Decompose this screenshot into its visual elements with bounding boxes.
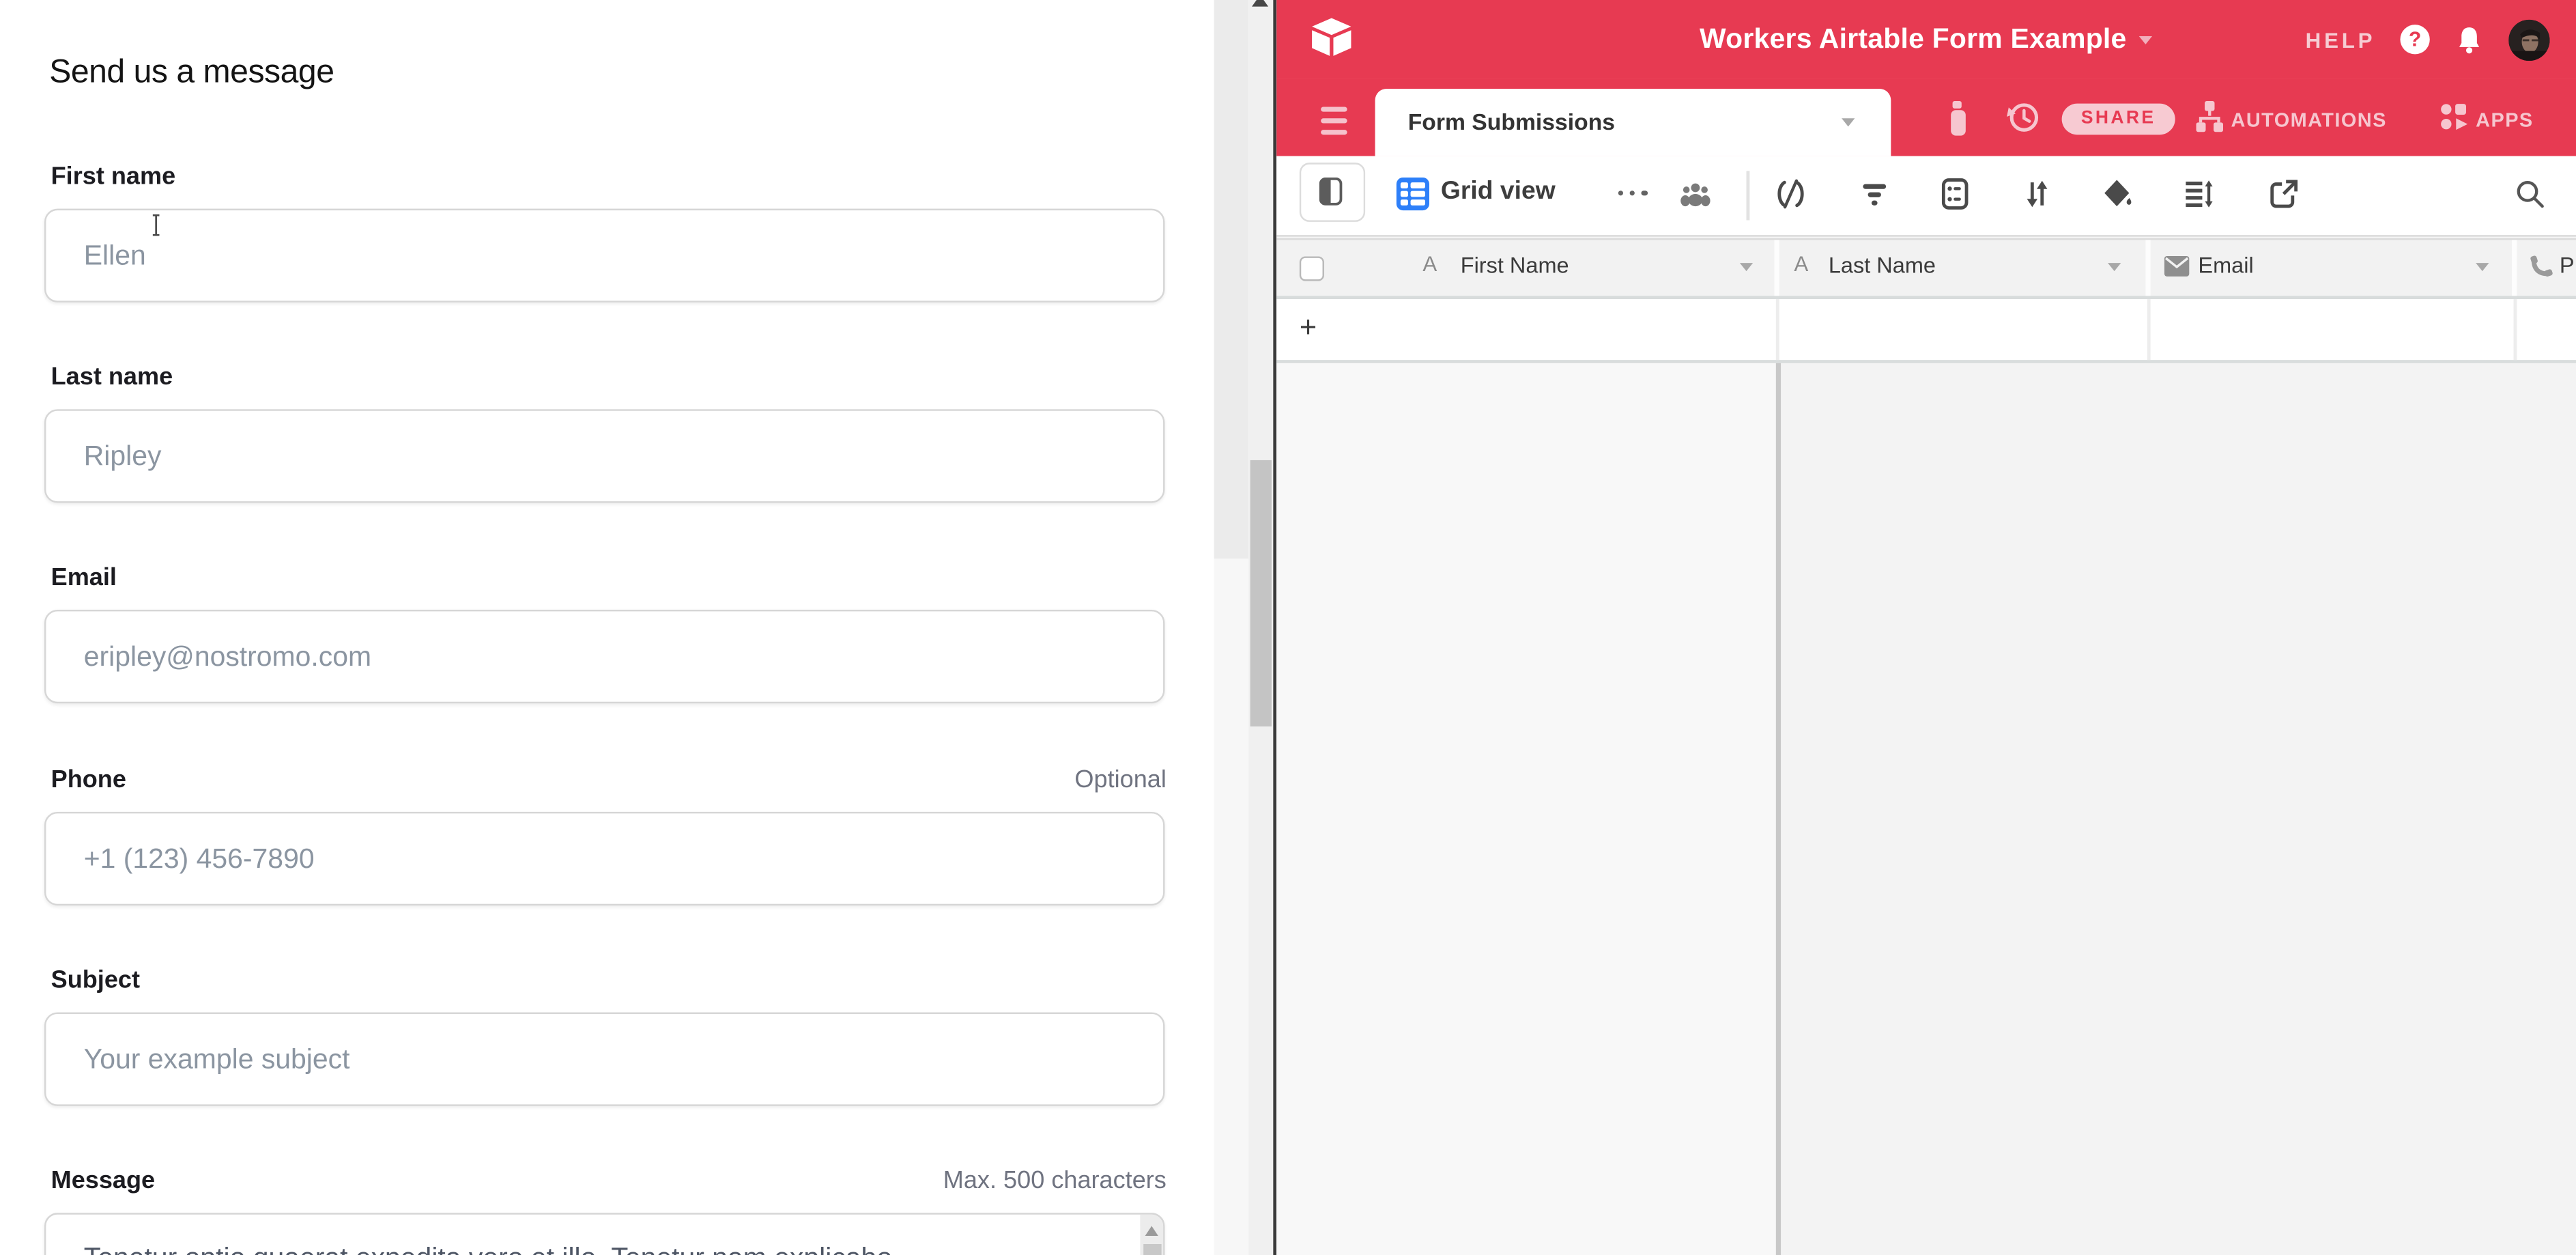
email-label: Email [51, 564, 117, 592]
automations-button[interactable]: AUTOMATIONS [2231, 108, 2387, 131]
column-caret-icon[interactable] [2476, 262, 2489, 270]
email-input[interactable]: eripley@nostromo.com [44, 610, 1164, 703]
share-view-icon[interactable] [2267, 178, 2300, 210]
message-label: Message [51, 1167, 156, 1195]
column-phone[interactable]: P [2560, 253, 2575, 278]
collaborators-icon[interactable] [1679, 178, 1712, 210]
subject-placeholder: Your example subject [84, 1043, 350, 1075]
apps-icon[interactable] [2439, 102, 2469, 131]
grid-header-row: A First Name A Last Name Email P [1276, 238, 2576, 298]
message-textarea[interactable]: Tenetur optio quaerat expedita vero et i… [44, 1213, 1164, 1255]
column-caret-icon[interactable] [1740, 262, 1753, 270]
last-name-input[interactable]: Ripley [44, 409, 1164, 503]
history-icon[interactable] [2006, 100, 2041, 135]
text-field-icon: A [1422, 251, 1437, 275]
active-table-name: Form Submissions [1408, 108, 1615, 135]
view-options-icon[interactable] [1618, 191, 1647, 196]
airtable-pane: Workers Airtable Form Example HELP ? [1276, 0, 2576, 1255]
column-first-name[interactable]: First Name [1461, 253, 1569, 278]
text-field-icon: A [1794, 251, 1808, 275]
gutter-strip [1214, 0, 1249, 559]
phone-field-icon [2528, 252, 2553, 279]
screen: Send us a message First name Ellen Last … [0, 0, 2576, 1255]
page-scroll-up-icon[interactable] [1251, 0, 1268, 7]
apps-button[interactable]: APPS [2476, 108, 2533, 131]
text-cursor-icon [149, 214, 162, 237]
email-field-icon [2164, 254, 2190, 277]
last-name-placeholder: Ripley [84, 440, 162, 473]
phone-optional-note: Optional [1074, 766, 1166, 794]
form-title: Send us a message [49, 54, 334, 91]
select-all-checkbox[interactable] [1300, 256, 1323, 280]
row-cell-separator [2147, 298, 2150, 359]
group-icon[interactable] [1938, 178, 1971, 210]
avatar[interactable] [2508, 19, 2549, 60]
grid-view-icon[interactable] [1397, 178, 1429, 210]
trash-icon[interactable] [1945, 100, 1972, 137]
column-email[interactable]: Email [2198, 253, 2253, 278]
add-record-row[interactable]: + [1276, 298, 2576, 363]
toolbar-divider [1747, 171, 1749, 220]
contact-form-pane: Send us a message First name Ellen Last … [0, 0, 1214, 1255]
page-scrollbar-thumb[interactable] [1250, 460, 1271, 727]
sidebar-toggle-button[interactable] [1300, 163, 1365, 222]
top-bar-actions: HELP ? [2306, 0, 2550, 79]
scroll-up-icon[interactable] [1145, 1226, 1158, 1236]
menu-icon[interactable] [1321, 107, 1347, 140]
message-scrollbar[interactable] [1140, 1215, 1163, 1255]
first-name-label: First name [51, 163, 176, 191]
last-name-label: Last name [51, 363, 173, 391]
sidebar-toggle-icon [1319, 178, 1343, 206]
tab-form-submissions[interactable]: Form Submissions [1375, 88, 1891, 156]
row-height-icon[interactable] [2181, 178, 2214, 210]
subject-input[interactable]: Your example subject [44, 1013, 1164, 1106]
color-icon[interactable] [2101, 178, 2134, 210]
email-placeholder: eripley@nostromo.com [84, 640, 371, 673]
message-scroll-thumb[interactable] [1143, 1244, 1160, 1255]
search-icon[interactable] [2515, 179, 2545, 208]
column-separator[interactable] [2512, 239, 2516, 295]
hide-fields-icon[interactable] [1774, 178, 1807, 210]
message-text: Tenetur optio quaerat expedita vero et i… [84, 1243, 892, 1255]
phone-input[interactable]: +1 (123) 456-7890 [44, 812, 1164, 905]
phone-label: Phone [51, 766, 126, 794]
add-record-icon[interactable]: + [1300, 310, 1317, 345]
share-label: SHARE [2081, 109, 2156, 128]
first-name-input[interactable]: Ellen [44, 209, 1164, 302]
bell-icon[interactable] [2455, 24, 2484, 55]
phone-placeholder: +1 (123) 456-7890 [84, 843, 315, 875]
filter-icon[interactable] [1858, 178, 1891, 210]
view-name[interactable]: Grid view [1441, 178, 1556, 207]
view-toolbar: Grid view [1276, 156, 2576, 237]
column-separator[interactable] [1774, 239, 1778, 295]
question-icon[interactable]: ? [2400, 25, 2429, 54]
column-caret-icon[interactable] [2108, 262, 2121, 270]
first-name-placeholder: Ellen [84, 239, 146, 272]
subject-label: Subject [51, 966, 140, 994]
sort-icon[interactable] [2020, 178, 2053, 210]
base-title[interactable]: Workers Airtable Form Example [1700, 23, 2127, 56]
row-cell-separator [2513, 298, 2516, 359]
row-cell-separator [1775, 298, 1779, 359]
automations-icon[interactable] [2195, 100, 2224, 133]
share-button[interactable]: SHARE [2062, 102, 2175, 135]
message-max-note: Max. 500 characters [943, 1167, 1167, 1195]
help-button[interactable]: HELP [2306, 27, 2376, 52]
base-title-caret-icon[interactable] [2140, 36, 2153, 44]
column-separator[interactable] [2145, 239, 2149, 295]
table-caret-icon[interactable] [1842, 117, 1855, 126]
gutter-strip-lower [1214, 559, 1249, 1255]
grid-column-separator [1776, 363, 1780, 1255]
grid-empty-area [1276, 363, 1776, 1255]
column-last-name[interactable]: Last Name [1829, 253, 1936, 278]
